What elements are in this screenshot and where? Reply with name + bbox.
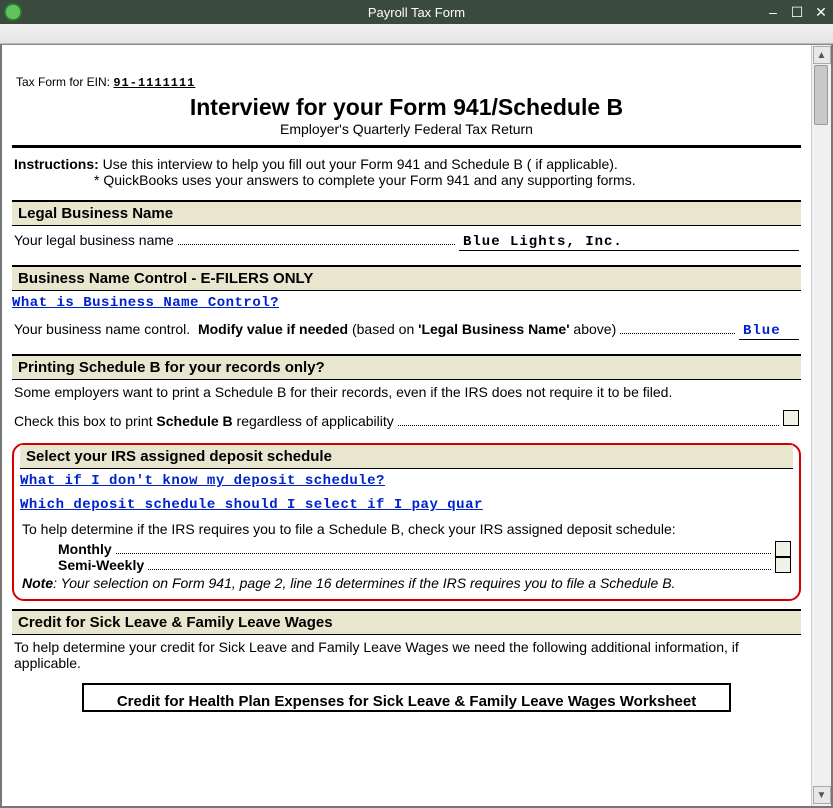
toolbar <box>0 24 833 44</box>
deposit-monthly-label: Monthly <box>22 541 112 557</box>
maximize-button[interactable]: ☐ <box>789 4 805 20</box>
legal-name-label: Your legal business name <box>14 232 174 248</box>
print-b-text1: Some employers want to print a Schedule … <box>12 380 801 404</box>
section-name-control: Business Name Control - E-FILERS ONLY <box>12 265 801 291</box>
name-control-bold: Modify value if needed <box>198 321 348 337</box>
window-title: Payroll Tax Form <box>0 5 833 20</box>
worksheet-title: Credit for Health Plan Expenses for Sick… <box>82 683 731 712</box>
quickbooks-logo-icon <box>4 3 22 21</box>
credit-text: To help determine your credit for Sick L… <box>12 635 801 675</box>
name-control-input[interactable]: Blue <box>739 323 799 340</box>
name-control-prefix: Your business name control. <box>14 321 190 337</box>
deposit-help-text: To help determine if the IRS requires yo… <box>20 517 793 541</box>
deposit-semiweekly-label: Semi-Weekly <box>22 557 144 573</box>
window-titlebar: Payroll Tax Form – ☐ ✕ <box>0 0 833 24</box>
ein-label: Tax Form for EIN: <box>16 75 110 89</box>
page-title: Interview for your Form 941/Schedule B <box>12 94 801 121</box>
vertical-scrollbar[interactable]: ▲ ▼ <box>811 45 831 806</box>
deposit-help-link-2[interactable]: Which deposit schedule should I select i… <box>20 497 483 513</box>
section-credit-leave: Credit for Sick Leave & Family Leave Wag… <box>12 609 801 635</box>
close-button[interactable]: ✕ <box>813 4 829 20</box>
print-b-text2c: regardless of applicability <box>237 413 394 429</box>
ein-value[interactable]: 91-1111111 <box>113 76 195 90</box>
scroll-down-arrow-icon[interactable]: ▼ <box>813 786 831 804</box>
instructions-label: Instructions: <box>14 156 99 172</box>
print-b-text2a: Check this box to print <box>14 413 153 429</box>
form-page: Tax Form for EIN: 91-1111111 Interview f… <box>2 45 811 806</box>
deposit-help-link-1[interactable]: What if I don't know my deposit schedule… <box>20 473 385 489</box>
instructions-line1: Use this interview to help you fill out … <box>103 156 618 172</box>
deposit-semiweekly-checkbox[interactable] <box>775 557 791 573</box>
deposit-note-label: Note <box>22 575 53 591</box>
deposit-monthly-checkbox[interactable] <box>775 541 791 557</box>
print-b-text2b: Schedule B <box>156 413 232 429</box>
scroll-thumb[interactable] <box>814 65 828 125</box>
section-deposit-schedule: Select your IRS assigned deposit schedul… <box>20 445 793 469</box>
minimize-button[interactable]: – <box>765 4 781 20</box>
scroll-up-arrow-icon[interactable]: ▲ <box>813 46 831 64</box>
legal-name-input[interactable]: Blue Lights, Inc. <box>459 234 799 251</box>
name-control-help-link[interactable]: What is Business Name Control? <box>12 295 279 311</box>
print-schedule-b-checkbox[interactable] <box>783 410 799 426</box>
section-legal-business-name: Legal Business Name <box>12 200 801 226</box>
section-print-schedule-b: Printing Schedule B for your records onl… <box>12 354 801 380</box>
page-subtitle: Employer's Quarterly Federal Tax Return <box>12 121 801 137</box>
instructions-line2: * QuickBooks uses your answers to comple… <box>14 172 636 188</box>
deposit-schedule-callout: Select your IRS assigned deposit schedul… <box>12 443 801 601</box>
deposit-note-text: : Your selection on Form 941, page 2, li… <box>53 575 675 591</box>
